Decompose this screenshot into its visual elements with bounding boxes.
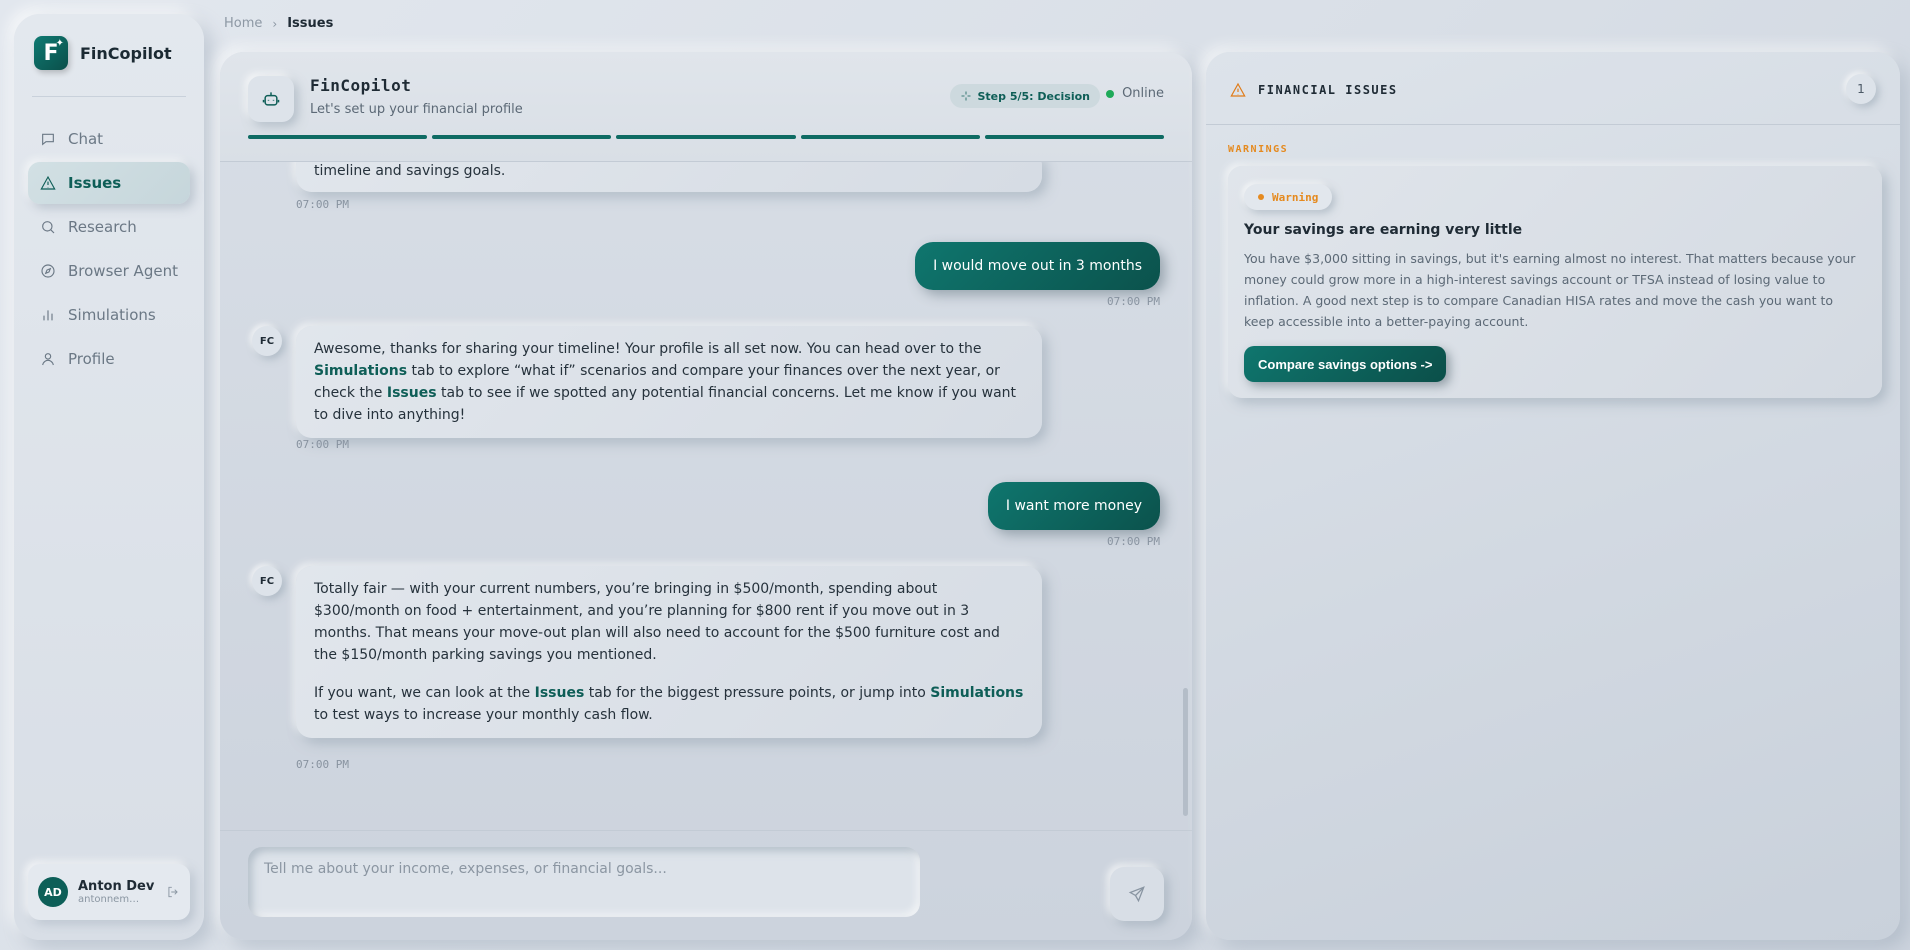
message-text: I would move out in 3 months bbox=[933, 258, 1142, 274]
severity-badge: Warning bbox=[1244, 184, 1333, 210]
message-paragraph: If you want, we can look at the Issues t… bbox=[314, 682, 1024, 726]
user-icon bbox=[42, 353, 54, 366]
message-timestamp: 07:00 PM bbox=[296, 198, 349, 211]
issues-header: FINANCIAL ISSUES 1 bbox=[1206, 52, 1900, 125]
bar-chart-icon bbox=[43, 310, 53, 321]
composer bbox=[220, 830, 1192, 940]
user-message: I want more money bbox=[987, 482, 1160, 530]
sidebar-item-label: Simulations bbox=[68, 306, 156, 324]
sidebar-item-label: Browser Agent bbox=[68, 262, 178, 280]
user-email: antonnem@... bbox=[78, 894, 148, 905]
sidebar-item-research[interactable]: Research bbox=[28, 206, 190, 248]
user-info: Anton Dev antonnem@... bbox=[78, 879, 156, 905]
online-status: Online bbox=[1106, 86, 1164, 101]
brand[interactable]: F ✦ FinCopilot bbox=[34, 36, 172, 70]
send-button[interactable] bbox=[1110, 867, 1164, 921]
issues-title-label: FINANCIAL ISSUES bbox=[1258, 83, 1398, 97]
message-timestamp: 07:00 PM bbox=[296, 438, 349, 451]
sidebar-nav: Chat Issues Research Browser Agent Simul… bbox=[28, 118, 190, 382]
warning-icon bbox=[40, 175, 56, 190]
breadcrumb-current: Issues bbox=[287, 16, 334, 31]
warning-icon bbox=[1230, 82, 1246, 97]
bot-avatar: FC bbox=[252, 566, 282, 596]
breadcrumb-home[interactable]: Home bbox=[224, 16, 262, 31]
compass-icon bbox=[41, 264, 55, 278]
sidebar-item-issues[interactable]: Issues bbox=[28, 162, 190, 204]
app-logo-icon: F ✦ bbox=[34, 36, 68, 70]
message-text: timeline and savings goals. bbox=[314, 163, 506, 179]
sidebar-item-profile[interactable]: Profile bbox=[28, 338, 190, 380]
section-label-warnings: WARNINGS bbox=[1228, 144, 1289, 155]
severity-label: Warning bbox=[1272, 190, 1319, 204]
message-timestamp: 07:00 PM bbox=[296, 758, 349, 771]
bot-message: timeline and savings goals. bbox=[296, 162, 1042, 192]
chat-panel: FinCopilot Let's set up your financial p… bbox=[220, 52, 1192, 940]
logout-icon[interactable] bbox=[166, 885, 180, 899]
chat-icon bbox=[42, 133, 54, 146]
bot-message: Awesome, thanks for sharing your timelin… bbox=[296, 326, 1042, 438]
sidebar-item-browser-agent[interactable]: Browser Agent bbox=[28, 250, 190, 292]
progress-segment bbox=[984, 135, 1165, 139]
chevron-right-icon: › bbox=[272, 16, 278, 31]
issues-link[interactable]: Issues bbox=[535, 685, 585, 701]
sparkle-icon bbox=[961, 91, 970, 101]
app-name: FinCopilot bbox=[80, 43, 172, 63]
user-name: Anton Dev bbox=[78, 879, 155, 894]
sidebar-item-label: Profile bbox=[68, 350, 115, 368]
online-label: Online bbox=[1122, 86, 1164, 101]
sidebar-item-simulations[interactable]: Simulations bbox=[28, 294, 190, 336]
user-card[interactable]: AD Anton Dev antonnem@... bbox=[28, 864, 190, 920]
progress-segment bbox=[248, 135, 428, 139]
sidebar-divider bbox=[32, 96, 186, 97]
issues-title: FINANCIAL ISSUES bbox=[1230, 82, 1398, 98]
message-timestamp: 07:00 PM bbox=[1107, 535, 1160, 548]
online-dot bbox=[1106, 89, 1115, 98]
bot-message: Totally fair — with your current numbers… bbox=[296, 566, 1042, 738]
issue-card: Warning Your savings are earning very li… bbox=[1228, 166, 1882, 398]
issue-count-badge: 1 bbox=[1846, 74, 1876, 104]
issues-panel: FINANCIAL ISSUES 1 WARNINGS Warning Your… bbox=[1206, 52, 1900, 940]
message-list: timeline and savings goals. 07:00 PM I w… bbox=[220, 162, 1192, 830]
bot-icon bbox=[248, 76, 294, 122]
sidebar-item-label: Chat bbox=[68, 130, 104, 148]
issue-description: You have $3,000 sitting in savings, but … bbox=[1244, 251, 1856, 329]
bot-avatar: FC bbox=[252, 326, 282, 356]
send-icon bbox=[1128, 886, 1145, 903]
sidebar-item-label: Research bbox=[68, 218, 137, 236]
message-input[interactable] bbox=[248, 847, 920, 917]
sidebar: F ✦ FinCopilot Chat Issues Research Brows… bbox=[14, 14, 204, 940]
avatar: AD bbox=[38, 877, 68, 907]
search-icon bbox=[42, 221, 55, 234]
step-badge: Step 5/5: Decision bbox=[949, 84, 1100, 108]
step-badge-label: Step 5/5: Decision bbox=[977, 89, 1091, 103]
step-progress bbox=[248, 135, 1165, 139]
compare-savings-button[interactable]: Compare savings options -> bbox=[1244, 346, 1447, 382]
message-text: Awesome, thanks for sharing your timelin… bbox=[314, 341, 982, 357]
progress-segment bbox=[800, 135, 980, 139]
chat-subtitle: Let's set up your financial profile bbox=[310, 102, 523, 117]
chat-header: FinCopilot Let's set up your financial p… bbox=[220, 52, 1192, 162]
message-timestamp: 07:00 PM bbox=[1107, 295, 1160, 308]
user-message: I would move out in 3 months bbox=[915, 242, 1160, 290]
sidebar-item-chat[interactable]: Chat bbox=[28, 118, 190, 160]
simulations-link[interactable]: Simulations bbox=[930, 685, 1023, 701]
message-text: to test ways to increase your monthly ca… bbox=[314, 707, 653, 723]
severity-dot bbox=[1258, 194, 1264, 200]
issues-link[interactable]: Issues bbox=[387, 385, 437, 401]
progress-segment bbox=[432, 135, 612, 139]
message-scrollbar[interactable] bbox=[1183, 688, 1188, 816]
message-text: tab for the biggest pressure points, or … bbox=[584, 685, 931, 701]
issue-title: Your savings are earning very little bbox=[1244, 222, 1523, 238]
chat-title: FinCopilot bbox=[310, 76, 412, 95]
message-text: If you want, we can look at the bbox=[314, 685, 535, 701]
breadcrumb: Home › Issues bbox=[224, 16, 333, 31]
progress-segment bbox=[616, 135, 796, 139]
sidebar-item-label: Issues bbox=[68, 174, 122, 192]
message-text: I want more money bbox=[1005, 498, 1142, 514]
message-text: Totally fair — with your current numbers… bbox=[314, 581, 1000, 663]
simulations-link[interactable]: Simulations bbox=[314, 363, 407, 379]
